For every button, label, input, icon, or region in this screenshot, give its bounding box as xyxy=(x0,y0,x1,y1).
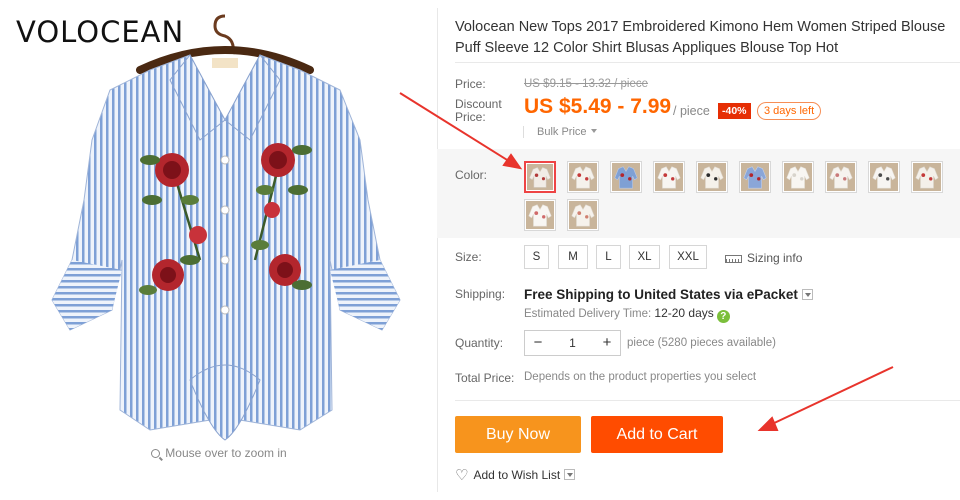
delivery-estimate: Estimated Delivery Time: 12-20 days? xyxy=(524,306,730,323)
panel-divider xyxy=(437,8,438,492)
swatch-thumbnail xyxy=(526,201,554,229)
heart-icon: ♡ xyxy=(455,467,469,484)
estimate-label: Estimated Delivery Time: xyxy=(524,308,652,320)
total-price-label: Total Price: xyxy=(455,371,515,385)
product-title: Volocean New Tops 2017 Embroidered Kimon… xyxy=(455,19,946,56)
size-option-xl[interactable]: XL xyxy=(629,245,660,269)
size-label: Size: xyxy=(455,250,482,264)
color-swatch-2[interactable] xyxy=(567,161,599,193)
color-swatch-10[interactable] xyxy=(911,161,943,193)
swatch-thumbnail xyxy=(527,164,553,190)
zoom-hint-text: Mouse over to zoom in xyxy=(165,446,287,460)
product-image-panel: VOLOCEAN Mouse over to zoom in xyxy=(0,0,438,500)
color-swatch-4[interactable] xyxy=(653,161,685,193)
discount-price-label: Discount Price: xyxy=(455,98,502,124)
product-details-panel: Volocean New Tops 2017 Embroidered Kimon… xyxy=(437,0,960,500)
shipping-method-text: Free Shipping to United States via ePack… xyxy=(524,287,798,302)
sizing-info-text: Sizing info xyxy=(747,251,803,265)
swatch-thumbnail xyxy=(870,163,898,191)
color-swatch-9[interactable] xyxy=(868,161,900,193)
buy-now-button[interactable]: Buy Now xyxy=(455,416,581,453)
product-photo[interactable] xyxy=(40,10,410,442)
add-to-cart-button[interactable]: Add to Cart xyxy=(591,416,723,453)
swatch-thumbnail xyxy=(612,163,640,191)
discount-price: US $5.49 - 7.99 xyxy=(524,95,672,118)
discount-label-line2: Price: xyxy=(455,110,486,124)
total-price-value: Depends on the product properties you se… xyxy=(524,371,757,383)
actions-divider xyxy=(455,400,960,401)
sizing-info-link[interactable]: Sizing info xyxy=(725,251,802,265)
time-left-badge: 3 days left xyxy=(757,102,822,120)
estimate-days: 12-20 days xyxy=(654,306,714,320)
ruler-icon xyxy=(725,255,742,263)
add-to-wish-list-link[interactable]: ♡ Add to Wish List xyxy=(455,466,576,484)
search-icon xyxy=(151,449,161,458)
color-swatch-7[interactable] xyxy=(782,161,814,193)
quantity-decrease-button[interactable]: − xyxy=(525,331,551,355)
bulk-price-dropdown[interactable]: Bulk Price xyxy=(523,126,597,138)
quantity-available: piece (5280 pieces available) xyxy=(627,337,776,349)
chevron-down-icon[interactable] xyxy=(801,289,813,300)
swatch-thumbnail xyxy=(913,163,941,191)
brand-logo: VOLOCEAN xyxy=(16,15,185,49)
swatch-thumbnail xyxy=(741,163,769,191)
discount-badge: -40% xyxy=(718,103,751,119)
color-swatch-6[interactable] xyxy=(739,161,771,193)
color-swatch-5[interactable] xyxy=(696,161,728,193)
color-swatch-3[interactable] xyxy=(610,161,642,193)
zoom-hint: Mouse over to zoom in xyxy=(0,446,438,460)
color-swatch-11[interactable] xyxy=(524,199,556,231)
quantity-increase-button[interactable]: + xyxy=(594,331,620,355)
swatch-thumbnail xyxy=(698,163,726,191)
swatch-thumbnail xyxy=(569,201,597,229)
size-option-xxl[interactable]: XXL xyxy=(669,245,707,269)
per-piece-unit: / piece xyxy=(673,104,710,118)
size-option-m[interactable]: M xyxy=(558,245,588,269)
original-price: US $9.15 - 13.32 / piece xyxy=(524,78,649,90)
price-label: Price: xyxy=(455,77,486,91)
bulk-price-label: Bulk Price xyxy=(537,126,587,138)
quantity-stepper: − 1 + xyxy=(524,330,621,356)
shipping-method[interactable]: Free Shipping to United States via ePack… xyxy=(524,287,813,302)
quantity-label: Quantity: xyxy=(455,336,504,350)
size-option-l[interactable]: L xyxy=(596,245,621,269)
quantity-input[interactable]: 1 xyxy=(551,331,594,355)
swatch-thumbnail xyxy=(784,163,812,191)
title-divider xyxy=(455,62,960,63)
swatch-thumbnail xyxy=(827,163,855,191)
color-swatch-8[interactable] xyxy=(825,161,857,193)
chevron-down-icon xyxy=(590,129,597,133)
chevron-down-icon[interactable] xyxy=(564,469,576,480)
color-swatch-1[interactable] xyxy=(524,161,556,193)
wish-list-text: Add to Wish List xyxy=(473,468,561,482)
swatch-thumbnail xyxy=(655,163,683,191)
color-label: Color: xyxy=(455,168,488,182)
size-option-s[interactable]: S xyxy=(524,245,549,269)
color-swatch-12[interactable] xyxy=(567,199,599,231)
swatch-thumbnail xyxy=(569,163,597,191)
shipping-label: Shipping: xyxy=(455,287,506,301)
help-icon[interactable]: ? xyxy=(716,310,730,323)
